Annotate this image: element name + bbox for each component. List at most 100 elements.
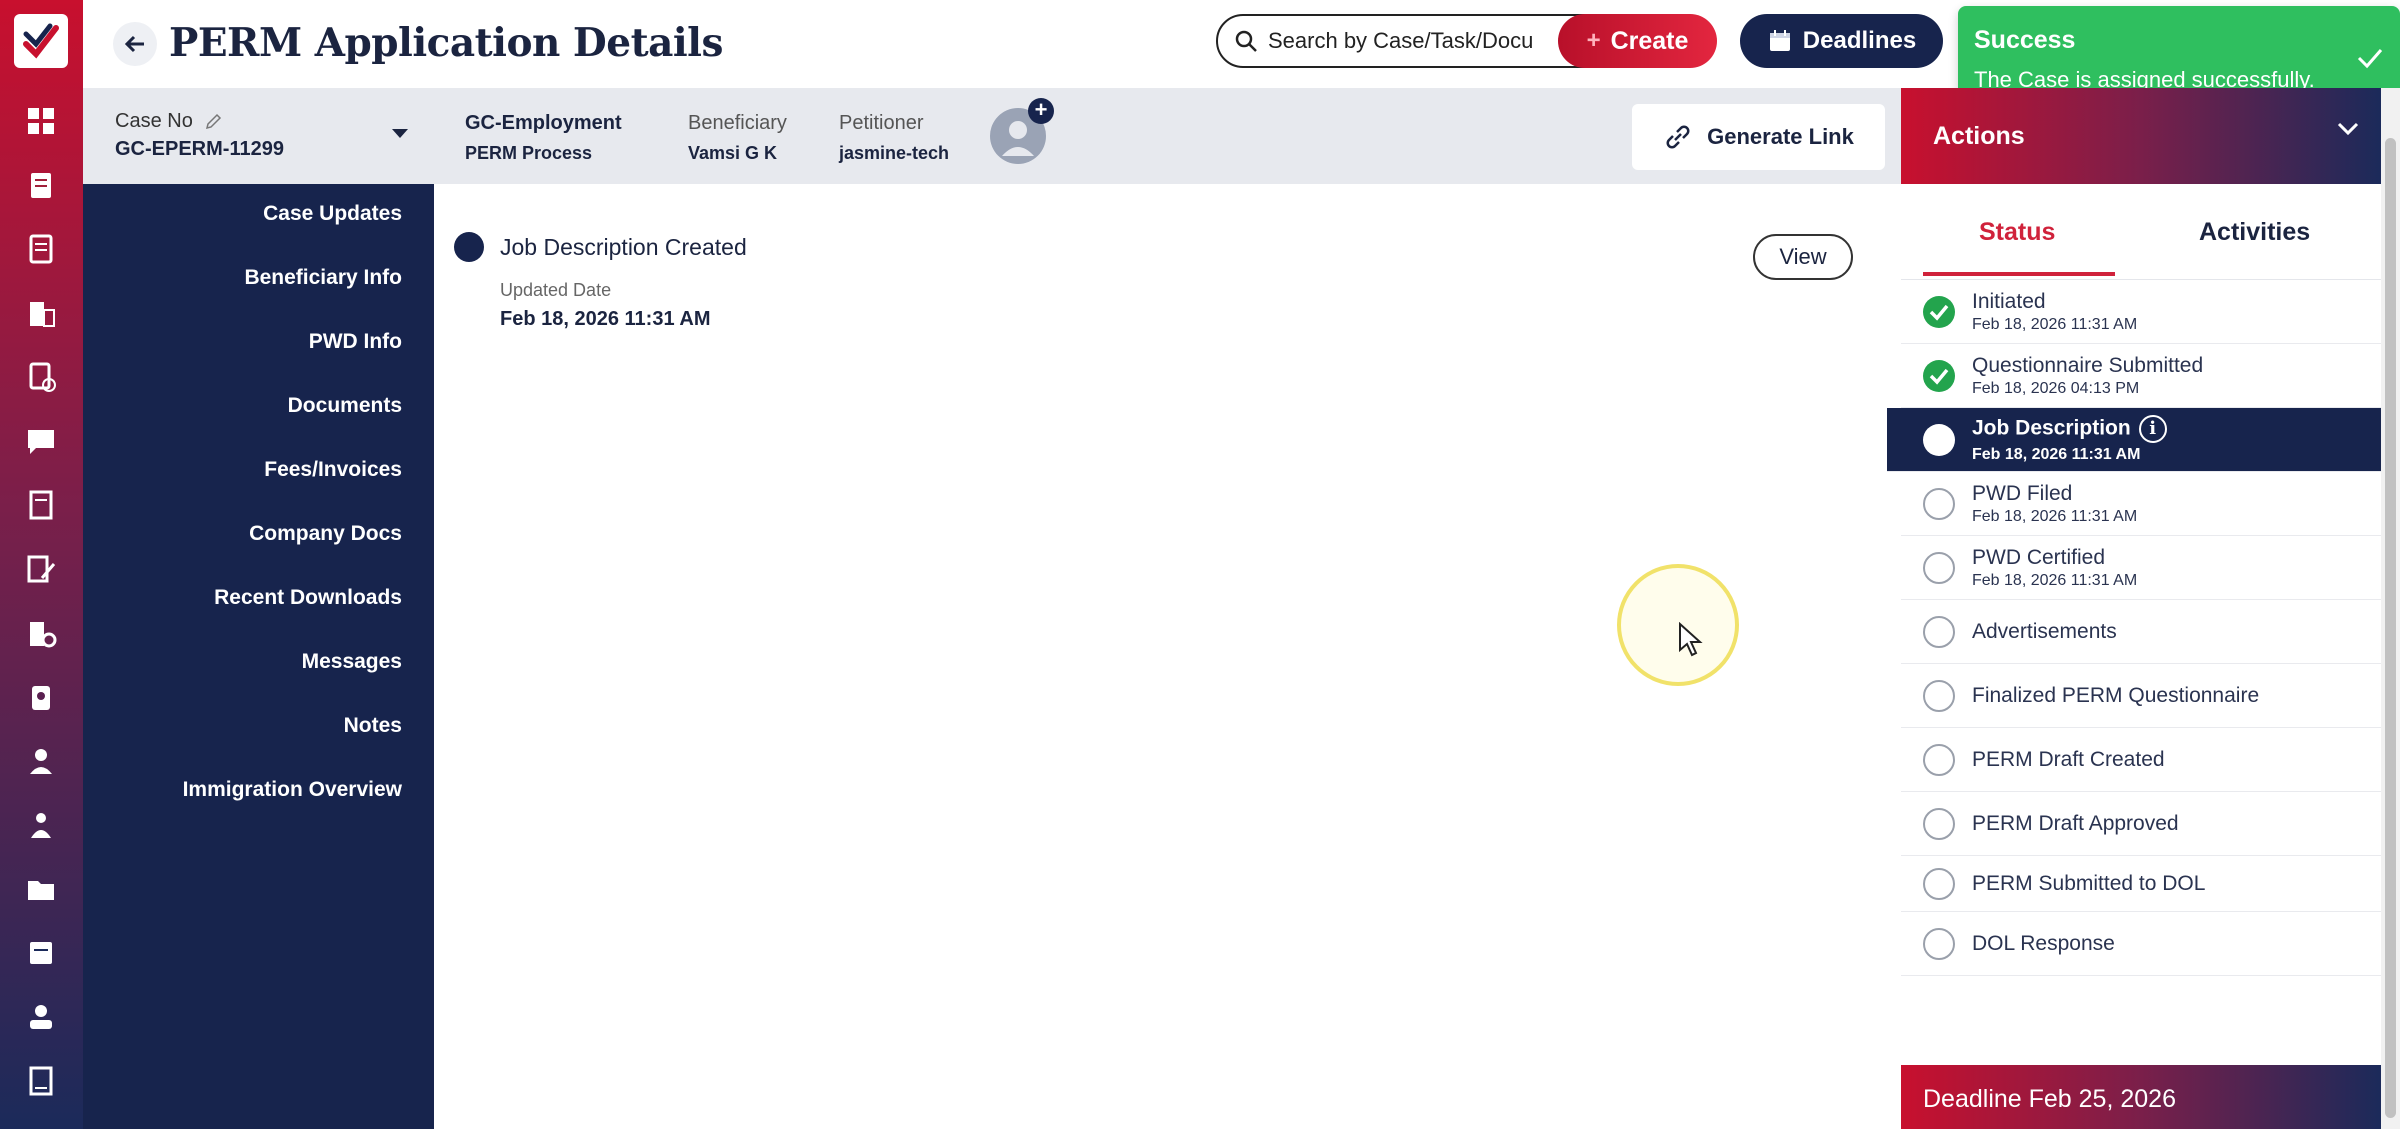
case-no-label-text: Case No — [115, 110, 193, 132]
tab-activities[interactable]: Activities — [2199, 218, 2310, 247]
folder-icon[interactable] — [22, 870, 60, 908]
note-icon[interactable] — [22, 934, 60, 972]
status-date: Feb 18, 2026 11:31 AM — [1972, 508, 2138, 525]
status-pending-icon — [1923, 488, 1955, 520]
ledger-icon[interactable] — [22, 486, 60, 524]
status-item[interactable]: Initiated Feb 18, 2026 11:31 AM — [1901, 280, 2381, 344]
status-label: PWD Filed — [1972, 482, 2073, 505]
badge-icon[interactable] — [22, 678, 60, 716]
beneficiary-label: Beneficiary — [688, 112, 787, 134]
petitioner-info: Petitioner jasmine-tech — [839, 112, 949, 164]
document-list-icon[interactable] — [22, 230, 60, 268]
petitioner-name: jasmine-tech — [839, 143, 950, 163]
deadlines-button[interactable]: Deadlines — [1740, 14, 1943, 68]
chat-icon[interactable] — [22, 422, 60, 460]
nav-item-beneficiary-info[interactable]: Beneficiary Info — [244, 266, 402, 290]
timeline-dot — [454, 232, 484, 262]
toast-title: Success — [1974, 26, 2076, 54]
deadlines-label: Deadlines — [1802, 27, 1917, 54]
tab-status[interactable]: Status — [1979, 218, 2055, 247]
search-input[interactable]: Search by Case/Task/Docu — [1216, 14, 1617, 68]
actions-header[interactable]: Actions — [1901, 88, 2381, 184]
status-date: Feb 18, 2026 11:31 AM — [1972, 316, 2138, 333]
status-item-active[interactable]: Job Description i Feb 18, 2026 11:31 AM — [1887, 408, 2381, 472]
users-icon[interactable] — [22, 806, 60, 844]
report-icon[interactable] — [22, 1062, 60, 1100]
status-current-icon — [1923, 424, 1955, 456]
updated-date-label: Updated Date — [500, 280, 612, 300]
nav-item-messages[interactable]: Messages — [302, 650, 402, 674]
actions-title: Actions — [1933, 122, 2025, 150]
actions-tabs: Status Activities — [1901, 184, 2381, 280]
person-card-icon[interactable] — [22, 998, 60, 1036]
nav-item-notes[interactable]: Notes — [344, 714, 402, 738]
status-pending-icon — [1923, 808, 1955, 840]
status-pending-icon — [1923, 868, 1955, 900]
user-icon[interactable] — [22, 742, 60, 780]
dashboard-icon[interactable] — [22, 102, 60, 140]
nav-item-company-docs[interactable]: Company Docs — [249, 522, 402, 546]
back-button[interactable] — [113, 22, 157, 66]
document-check-icon[interactable] — [22, 358, 60, 396]
plus-icon: + — [1586, 27, 1601, 54]
beneficiary-info: Beneficiary Vamsi G K — [688, 112, 787, 164]
status-item[interactable]: PERM Draft Approved — [1901, 792, 2381, 856]
petitioner-label: Petitioner — [839, 112, 924, 134]
case-process: PERM Process — [465, 143, 593, 163]
generate-link-label: Generate Link — [1707, 124, 1854, 149]
pencil-icon[interactable] — [204, 113, 222, 131]
status-label: PWD Certified — [1972, 546, 2106, 569]
status-done-icon — [1923, 360, 1955, 392]
info-icon[interactable]: i — [2138, 415, 2167, 443]
status-pending-icon — [1923, 616, 1955, 648]
generate-link-button[interactable]: Generate Link — [1632, 104, 1885, 170]
status-item[interactable]: Questionnaire Submitted Feb 18, 2026 04:… — [1901, 344, 2381, 408]
status-item[interactable]: PERM Submitted to DOL — [1901, 856, 2381, 912]
active-tab-indicator — [1923, 272, 2115, 276]
view-button[interactable]: View — [1753, 234, 1853, 280]
clipboard-icon[interactable] — [22, 166, 60, 204]
nav-item-pwd-info[interactable]: PWD Info — [309, 330, 402, 354]
status-item[interactable]: PERM Draft Created — [1901, 728, 2381, 792]
caret-down-icon[interactable] — [391, 128, 409, 140]
nav-item-fees-invoices[interactable]: Fees/Invoices — [264, 458, 402, 482]
status-pending-icon — [1923, 928, 1955, 960]
status-item[interactable]: PWD Certified Feb 18, 2026 11:31 AM — [1901, 536, 2381, 600]
status-item[interactable]: DOL Response — [1901, 912, 2381, 976]
building-icon[interactable] — [22, 294, 60, 332]
status-pending-icon — [1923, 552, 1955, 584]
case-type-label: GC-Employment — [465, 112, 622, 134]
scrollbar-thumb[interactable] — [2385, 138, 2396, 1118]
chevron-down-icon[interactable] — [2337, 122, 2359, 136]
status-label: Questionnaire Submitted — [1972, 354, 2204, 377]
status-item[interactable]: Finalized PERM Questionnaire — [1901, 664, 2381, 728]
status-label: PERM Draft Created — [1972, 748, 2165, 771]
deadline-banner: Deadline Feb 25, 2026 — [1901, 1065, 2381, 1129]
status-date: Feb 18, 2026 11:31 AM — [1972, 446, 2141, 463]
status-label: Initiated — [1972, 290, 2046, 313]
status-item[interactable]: Advertisements — [1901, 600, 2381, 664]
scrollbar[interactable] — [2381, 88, 2400, 1129]
case-info-bar: Case No GC-EPERM-11299 GC-Employment PER… — [83, 88, 1901, 184]
nav-item-documents[interactable]: Documents — [288, 394, 402, 418]
app-logo[interactable] — [14, 14, 68, 68]
search-placeholder: Search by Case/Task/Docu — [1268, 28, 1534, 53]
edit-document-icon[interactable] — [22, 550, 60, 588]
status-label: PERM Submitted to DOL — [1972, 872, 2206, 895]
icon-rail — [0, 0, 83, 1129]
nav-item-immigration-overview[interactable]: Immigration Overview — [183, 778, 402, 802]
updated-date-value: Feb 18, 2026 11:31 AM — [500, 308, 711, 330]
building-gear-icon[interactable] — [22, 614, 60, 652]
create-button[interactable]: + Create — [1558, 14, 1717, 68]
case-updates-panel: Job Description Created Updated Date Feb… — [434, 184, 1901, 1129]
status-item[interactable]: PWD Filed Feb 18, 2026 11:31 AM — [1901, 472, 2381, 536]
nav-item-recent-downloads[interactable]: Recent Downloads — [214, 586, 402, 610]
status-pending-icon — [1923, 744, 1955, 776]
link-icon — [1666, 125, 1690, 149]
nav-item-case-updates[interactable]: Case Updates — [263, 202, 402, 226]
status-label: Job Description i — [1972, 415, 2167, 443]
add-assignee-button[interactable]: + — [1028, 98, 1054, 124]
event-title: Job Description Created — [500, 234, 747, 260]
status-date: Feb 18, 2026 04:13 PM — [1972, 380, 2140, 397]
create-label: Create — [1610, 26, 1689, 55]
